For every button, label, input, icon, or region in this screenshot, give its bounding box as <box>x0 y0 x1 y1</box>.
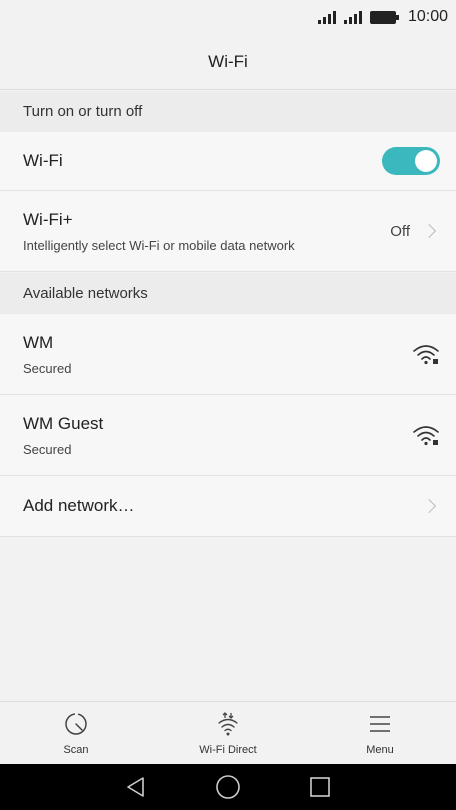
wifi-toggle-row[interactable]: Wi-Fi <box>0 132 456 191</box>
wifi-direct-label: Wi-Fi Direct <box>199 743 257 756</box>
network-status: Secured <box>23 441 72 457</box>
back-icon <box>127 777 144 797</box>
wifi-plus-row[interactable]: Wi-Fi+ Intelligently select Wi-Fi or mob… <box>0 191 456 272</box>
wifi-locked-icon <box>413 426 439 446</box>
scan-button[interactable]: Scan <box>0 702 152 764</box>
network-item[interactable]: WM Guest Secured <box>0 395 456 476</box>
toggle-knob <box>415 150 437 172</box>
wifi-plus-subtitle: Intelligently select Wi-Fi or mobile dat… <box>23 237 295 253</box>
wifi-plus-value: Off <box>390 222 410 240</box>
battery-icon <box>369 10 399 24</box>
recents-icon <box>310 777 330 797</box>
signal-strength-icon <box>343 10 362 24</box>
wifi-label: Wi-Fi <box>23 151 63 170</box>
scan-label: Scan <box>63 743 89 756</box>
status-bar: 10:00 <box>0 0 456 34</box>
wifi-direct-icon <box>218 711 238 735</box>
network-status: Secured <box>23 360 72 376</box>
signal-strength-icon <box>317 10 336 24</box>
menu-label: Menu <box>366 743 394 756</box>
chevron-right-icon <box>421 223 437 239</box>
add-network-row[interactable]: Add network… <box>0 476 456 537</box>
wifi-plus-label: Wi-Fi+ <box>23 209 73 229</box>
title-bar: Wi-Fi <box>0 34 456 90</box>
bottom-action-bar: Scan Wi-Fi Direct Menu <box>0 701 456 764</box>
network-name: WM Guest <box>23 413 104 433</box>
section-header-toggle: Turn on or turn off <box>0 91 456 132</box>
scan-icon <box>65 711 87 735</box>
menu-button[interactable]: Menu <box>304 702 456 764</box>
page-title: Wi-Fi <box>208 51 248 71</box>
wifi-direct-button[interactable]: Wi-Fi Direct <box>152 702 304 764</box>
back-button[interactable] <box>116 767 156 807</box>
section-header-available: Available networks <box>0 273 456 314</box>
add-network-label: Add network… <box>23 496 135 515</box>
network-item[interactable]: WM Secured <box>0 314 456 395</box>
home-icon <box>216 775 240 799</box>
home-button[interactable] <box>208 767 248 807</box>
status-time: 10:00 <box>407 8 448 25</box>
recents-button[interactable] <box>300 767 340 807</box>
network-name: WM <box>23 332 54 352</box>
wifi-locked-icon <box>413 345 439 365</box>
chevron-right-icon <box>421 498 437 514</box>
wifi-toggle-switch[interactable] <box>382 147 440 175</box>
menu-icon <box>370 715 390 732</box>
navigation-bar <box>0 764 456 810</box>
